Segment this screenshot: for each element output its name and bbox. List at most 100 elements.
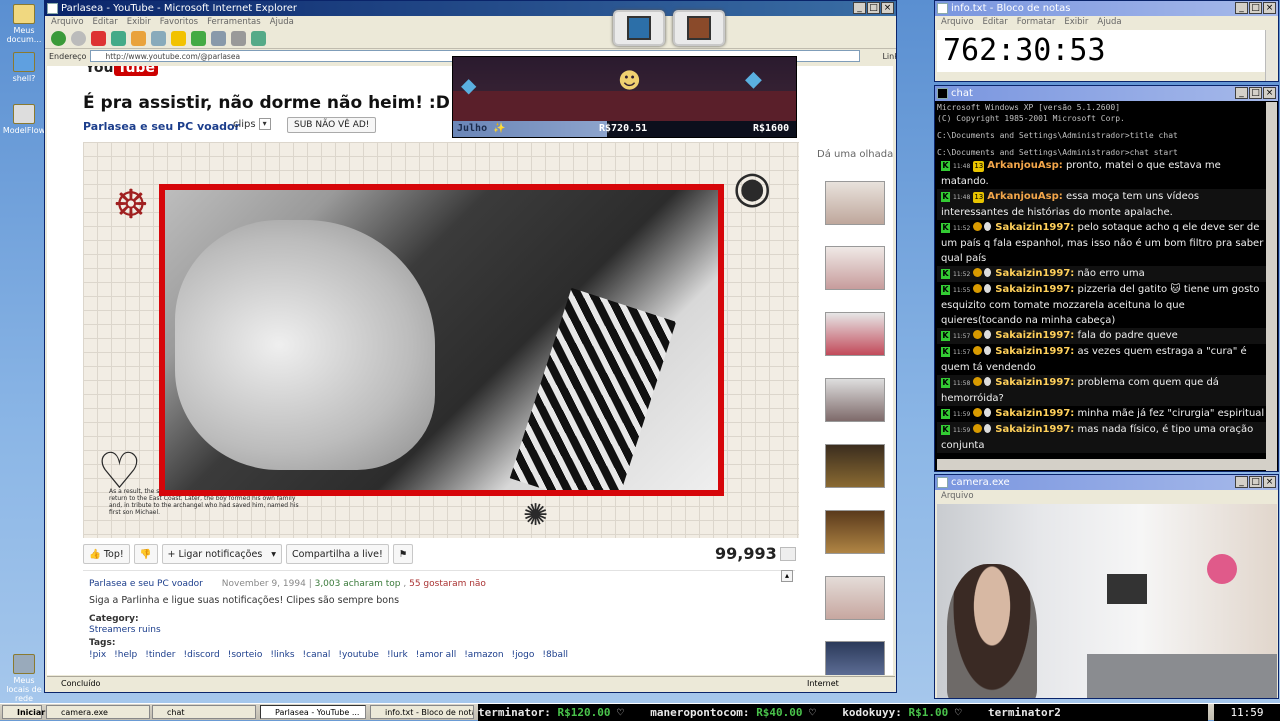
tag-link[interactable]: !lurk (387, 650, 408, 660)
camera-title-bar[interactable]: camera.exe _ □ × (935, 475, 1278, 490)
tag-link[interactable]: !pix (89, 650, 106, 660)
task-ie[interactable]: Parlasea - YouTube ... (260, 705, 366, 719)
video-player[interactable]: ☸ ◉ ♡ ✺ As a result, the sources, after … (83, 142, 799, 538)
print-icon[interactable] (231, 31, 246, 46)
desktop-icon-my-documents[interactable]: Meus docum... (2, 4, 46, 44)
category-link[interactable]: Streamers ruins (89, 625, 161, 635)
quick-launch-tile[interactable] (613, 10, 665, 46)
tag-link[interactable]: !amor all (416, 650, 456, 660)
minimize-button[interactable]: _ (1235, 476, 1248, 488)
related-video-thumb[interactable] (825, 576, 885, 620)
tag-link[interactable]: !tinder (145, 650, 175, 660)
quick-launch-tile[interactable] (673, 10, 725, 46)
tag-link[interactable]: !youtube (338, 650, 379, 660)
chat-username[interactable]: ArkanjouAsp: (987, 191, 1062, 202)
close-button[interactable]: × (1263, 476, 1276, 488)
desc-author-link[interactable]: Parlasea e seu PC voador (89, 579, 203, 589)
ie-title-bar[interactable]: Parlasea - YouTube - Microsoft Internet … (45, 1, 896, 16)
clips-dropdown[interactable]: clips ▾ (233, 118, 271, 130)
chat-title-bar[interactable]: chat _ □ × (935, 86, 1278, 101)
links-button[interactable]: Links (882, 52, 896, 61)
task-chat[interactable]: chat (152, 705, 256, 719)
close-button[interactable]: × (1263, 2, 1276, 14)
close-button[interactable]: × (1263, 87, 1276, 99)
task-camera[interactable]: camera.exe (46, 705, 150, 719)
minimize-button[interactable]: _ (1235, 87, 1248, 99)
maximize-button[interactable]: □ (1249, 2, 1262, 14)
chat-username[interactable]: Sakaizin1997: (995, 346, 1074, 357)
menu-arquivo[interactable]: Arquivo (941, 491, 974, 501)
maximize-button[interactable]: □ (867, 2, 880, 14)
chat-username[interactable]: Sakaizin1997: (995, 284, 1074, 295)
task-notepad[interactable]: info.txt - Bloco de notas (370, 705, 474, 719)
collapse-description-button[interactable]: ▴ (781, 570, 793, 582)
related-video-thumb[interactable] (825, 510, 885, 554)
subscribe-button[interactable]: SUB NÃO VÊ AD! (287, 117, 377, 133)
chat-body[interactable]: Microsoft Windows XP [versão 5.1.2600] (… (937, 102, 1267, 460)
related-video-thumb[interactable] (825, 312, 885, 356)
desktop-icon-shell[interactable]: shell? (2, 52, 46, 83)
chat-username[interactable]: Sakaizin1997: (995, 408, 1074, 419)
refresh-icon[interactable] (111, 31, 126, 46)
minimize-button[interactable]: _ (1235, 2, 1248, 14)
chat-horizontal-scrollbar[interactable] (937, 459, 1267, 470)
related-video-thumb[interactable] (825, 378, 885, 422)
back-icon[interactable] (51, 31, 66, 46)
tag-link[interactable]: !sorteio (228, 650, 263, 660)
desktop-icon-network[interactable]: Meus locais de rede (2, 654, 46, 703)
chat-username[interactable]: Sakaizin1997: (995, 330, 1074, 341)
menu-editar[interactable]: Editar (93, 17, 118, 27)
history-icon[interactable] (191, 31, 206, 46)
favorites-icon[interactable] (171, 31, 186, 46)
menu-formatar[interactable]: Formatar (1017, 17, 1056, 27)
related-video-thumb[interactable] (825, 181, 885, 225)
menu-ferramentas[interactable]: Ferramentas (207, 17, 261, 27)
close-button[interactable]: × (881, 2, 894, 14)
menu-arquivo[interactable]: Arquivo (51, 17, 84, 27)
tag-link[interactable]: !canal (303, 650, 331, 660)
chat-username[interactable]: Sakaizin1997: (995, 424, 1074, 435)
menu-favoritos[interactable]: Favoritos (160, 17, 198, 27)
youtube-logo[interactable]: You Tube (85, 66, 158, 76)
home-icon[interactable] (131, 31, 146, 46)
share-button[interactable]: Compartilha a live! (286, 544, 389, 564)
menu-editar[interactable]: Editar (983, 17, 1008, 27)
start-button[interactable]: Iniciar (2, 705, 45, 719)
notepad-scrollbar[interactable] (1265, 30, 1276, 81)
dislike-button[interactable]: 👎 (133, 544, 158, 564)
chat-username[interactable]: Sakaizin1997: (995, 377, 1074, 388)
notepad-text-area[interactable]: 762:30:53 (937, 30, 1267, 72)
mail-icon[interactable] (211, 31, 226, 46)
stats-icon[interactable] (780, 547, 796, 561)
channel-link[interactable]: Parlasea e seu PC voador (83, 120, 240, 133)
flag-button[interactable]: ⚑ (392, 544, 414, 564)
like-button[interactable]: 👍 Top! (83, 544, 130, 564)
maximize-button[interactable]: □ (1249, 87, 1262, 99)
search-icon[interactable] (151, 31, 166, 46)
menu-ajuda[interactable]: Ajuda (1097, 17, 1121, 27)
messenger-icon[interactable] (251, 31, 266, 46)
minimize-button[interactable]: _ (853, 2, 866, 14)
related-video-thumb[interactable] (825, 641, 885, 675)
tag-link[interactable]: !amazon (464, 650, 503, 660)
chat-username[interactable]: Sakaizin1997: (995, 222, 1074, 233)
maximize-button[interactable]: □ (1249, 476, 1262, 488)
chat-scrollbar[interactable] (1266, 102, 1277, 471)
menu-arquivo[interactable]: Arquivo (941, 17, 974, 27)
chat-username[interactable]: Sakaizin1997: (995, 268, 1074, 279)
chat-username[interactable]: ArkanjouAsp: (987, 160, 1062, 171)
related-video-thumb[interactable] (825, 246, 885, 290)
tag-link[interactable]: !help (114, 650, 137, 660)
tag-link[interactable]: !jogo (512, 650, 535, 660)
desktop-icon-modelflow[interactable]: ModelFlow (2, 104, 46, 135)
notepad-title-bar[interactable]: info.txt - Bloco de notas _ □ × (935, 1, 1278, 16)
tag-link[interactable]: !discord (184, 650, 220, 660)
notify-button[interactable]: + Ligar notificações ▾ (161, 544, 283, 564)
related-video-thumb[interactable] (825, 444, 885, 488)
stop-icon[interactable] (91, 31, 106, 46)
tag-link[interactable]: !8ball (542, 650, 568, 660)
menu-ajuda[interactable]: Ajuda (270, 17, 294, 27)
tag-link[interactable]: !links (270, 650, 294, 660)
menu-exibir[interactable]: Exibir (127, 17, 151, 27)
forward-icon[interactable] (71, 31, 86, 46)
